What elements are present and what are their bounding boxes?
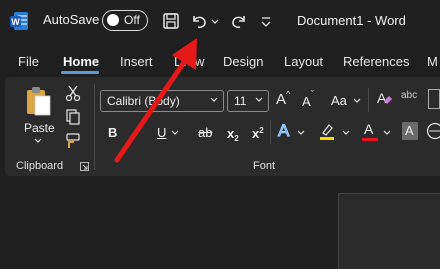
tab-home[interactable]: Home [63, 54, 99, 69]
font-color-chevron-icon[interactable] [382, 128, 392, 138]
underline-button[interactable]: U [157, 125, 166, 140]
tab-file[interactable]: File [18, 54, 39, 69]
grow-font-glyph: A [276, 91, 286, 108]
highlight-color-chevron-icon[interactable] [341, 128, 351, 138]
autosave-state: Off [124, 13, 140, 27]
subscript-2: 2 [234, 134, 238, 143]
autosave-toggle[interactable]: Off [102, 10, 148, 31]
clipboard-group-label: Clipboard [16, 160, 63, 172]
chevron-down-icon [352, 96, 362, 106]
clipboard-dialog-launcher-icon[interactable] [80, 162, 89, 171]
document-title: Document1 - Word [297, 13, 406, 28]
superscript-button[interactable]: x2 [252, 125, 264, 143]
text-effects-glyph: A [278, 121, 289, 140]
text-effects-button[interactable]: A [278, 121, 289, 141]
undo-icon[interactable] [188, 10, 210, 32]
autosave-label: AutoSave [43, 12, 99, 27]
text-effects-chevron-icon[interactable] [296, 128, 306, 138]
paste-dropdown-chevron-icon[interactable] [33, 137, 43, 145]
underline-dropdown-chevron-icon[interactable] [170, 128, 180, 138]
tab-mailings[interactable]: M [427, 54, 438, 69]
group-separator [94, 84, 95, 170]
title-bar: W AutoSave Off Document1 - Word [0, 0, 440, 44]
font-color-glyph: A [364, 121, 373, 137]
redo-icon[interactable] [228, 10, 250, 32]
character-shading-button[interactable]: A [402, 122, 418, 140]
tab-design[interactable]: Design [223, 54, 263, 69]
group-separator [270, 120, 271, 144]
format-painter-icon[interactable] [64, 132, 82, 150]
copy-icon[interactable] [65, 108, 81, 126]
toggle-knob [107, 14, 119, 26]
subscript-button[interactable]: x2 [227, 125, 239, 143]
enclose-characters-icon[interactable] [428, 89, 440, 109]
bold-button[interactable]: B [108, 125, 117, 140]
change-case-label: Aa [331, 93, 347, 108]
character-shading-glyph: A [405, 123, 414, 138]
phonetic-guide-label[interactable]: abc [401, 90, 417, 101]
document-page[interactable] [338, 193, 440, 269]
caret-down-icon: ˇ [311, 89, 314, 99]
group-separator [368, 88, 369, 112]
save-icon[interactable] [160, 10, 182, 32]
word-icon: W [8, 10, 30, 32]
font-group-label: Font [253, 160, 275, 172]
italic-button[interactable]: I [134, 125, 138, 140]
caret-up-icon: ^ [286, 89, 290, 99]
highlighter-icon[interactable] [318, 122, 336, 142]
clear-formatting-icon[interactable]: A [374, 89, 394, 109]
cut-icon[interactable] [65, 84, 81, 102]
change-case-button[interactable]: Aa [331, 92, 365, 110]
font-name-value: Calibri (Body) [107, 94, 180, 108]
tab-draw[interactable]: Draw [174, 54, 204, 69]
undo-dropdown-chevron-icon[interactable] [209, 10, 221, 32]
font-color-swatch [362, 138, 378, 141]
font-size-value: 11 [234, 94, 246, 108]
font-name-combobox[interactable]: Calibri (Body) [100, 90, 224, 112]
customize-toolbar-icon[interactable] [258, 10, 274, 32]
svg-text:W: W [11, 17, 20, 27]
tab-references[interactable]: References [343, 54, 409, 69]
chevron-down-icon[interactable] [209, 95, 219, 105]
tab-layout[interactable]: Layout [284, 54, 323, 69]
tab-insert[interactable]: Insert [120, 54, 153, 69]
active-tab-underline [61, 71, 99, 74]
font-color-button[interactable]: A [362, 121, 378, 143]
paste-label[interactable]: Paste [24, 121, 55, 135]
font-size-combobox[interactable]: 11 [227, 90, 269, 112]
svg-text:A: A [377, 90, 387, 106]
grow-font-button[interactable]: A^ [276, 91, 294, 109]
shrink-font-glyph: A [302, 94, 311, 109]
shrink-font-button[interactable]: Aˇ [302, 93, 320, 111]
enclose-characters-circle-icon[interactable] [426, 122, 440, 140]
paste-icon[interactable] [24, 85, 52, 117]
superscript-2: 2 [259, 126, 263, 135]
chevron-down-icon[interactable] [254, 95, 264, 105]
strikethrough-button[interactable]: ab [198, 125, 212, 140]
